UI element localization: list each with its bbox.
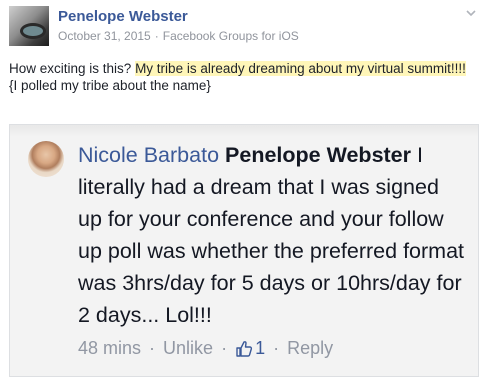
post-text-plain: How exciting is this? [9,61,136,76]
post-body: How exciting is this? My tribe is alread… [9,60,479,94]
post-text-line-2: {I polled my tribe about the name} [9,78,211,93]
commenter-avatar [28,141,64,177]
comment-body: I literally had a dream that I was signe… [78,143,465,327]
comment-time: 48 mins [78,338,142,358]
comment-text: Nicole Barbato Penelope Webster I litera… [78,139,468,331]
image-top-fade [10,125,478,137]
post-meta: October 31, 2015 · Facebook Groups for iOS [58,29,299,43]
post-text-line-1: How exciting is this? My tribe is alread… [9,60,479,77]
meta-separator: · [154,29,159,43]
author-avatar[interactable] [9,6,49,46]
footer-separator: · [149,338,156,358]
footer-separator: · [273,338,280,358]
post-source[interactable]: Facebook Groups for iOS [163,29,299,43]
like-count-value: 1 [255,338,266,358]
group-post: Penelope Webster October 31, 2015 · Facebo… [0,0,488,384]
author-name[interactable]: Penelope Webster [58,8,188,25]
footer-separator: · [221,338,228,358]
shared-comment-screenshot[interactable]: Nicole Barbato Penelope Webster I litera… [9,124,479,377]
post-date[interactable]: October 31, 2015 [58,29,151,43]
thumbs-up-icon [236,340,253,357]
comment-mention: Penelope Webster [225,143,412,167]
post-text-highlight: My tribe is already dreaming about my vi… [135,61,466,76]
comment-footer: 48 mins · Unlike · 1 · Reply [78,338,333,359]
unlike-link: Unlike [163,338,214,358]
like-count: 1 [235,338,265,359]
commenter-name: Nicole Barbato [78,143,220,167]
chevron-down-icon[interactable] [464,6,478,20]
reply-link: Reply [287,338,334,358]
